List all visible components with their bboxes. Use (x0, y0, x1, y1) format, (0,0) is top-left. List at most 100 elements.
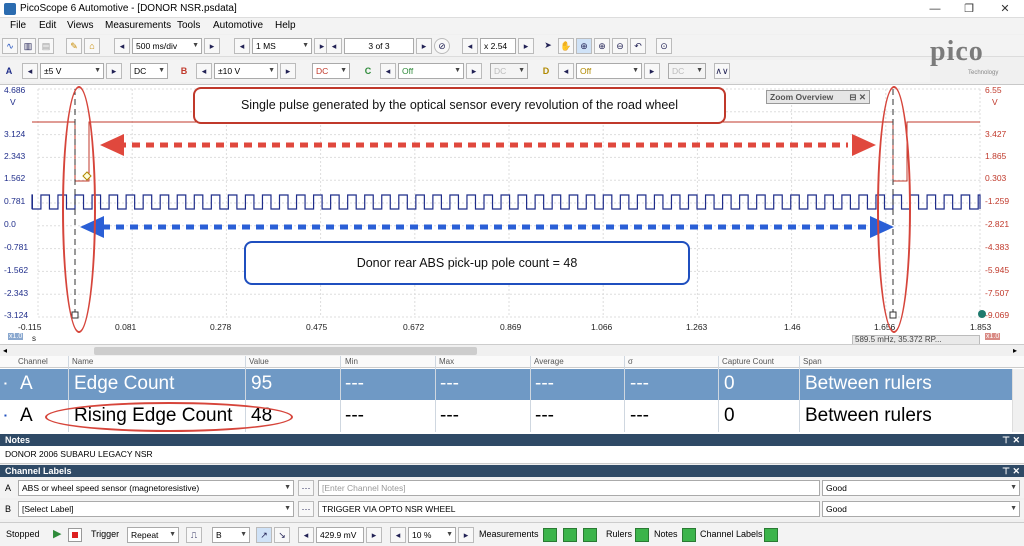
compass-icon[interactable]: ⊘ (434, 38, 450, 54)
channel-c-range-select[interactable]: Off ▼ (398, 63, 464, 79)
channel-quality-select[interactable]: Good ▼ (822, 501, 1020, 517)
channel-a-range-down[interactable]: ◂ (22, 63, 38, 79)
zoom-to-fit-icon[interactable]: ⊙ (656, 38, 672, 54)
col-span[interactable]: Span (803, 357, 822, 366)
channel-quality-select[interactable]: Good ▼ (822, 480, 1020, 496)
channel-c-range-down[interactable]: ◂ (380, 63, 396, 79)
rising-edge-icon[interactable]: ↗ (256, 527, 272, 543)
channel-d-range-up[interactable]: ▸ (644, 63, 660, 79)
zoom-box-icon[interactable]: ⊕ (576, 38, 592, 54)
scope-graph[interactable] (0, 85, 1024, 345)
channel-d-range-select[interactable]: Off ▼ (576, 63, 642, 79)
scroll-right-icon[interactable]: ▸ (1013, 346, 1017, 355)
channel-c-coupling-select[interactable]: DC ▼ (490, 63, 528, 79)
edit-measurement-button[interactable] (563, 528, 577, 542)
ruler-dot-icon[interactable] (978, 310, 986, 318)
stop-button[interactable] (68, 528, 82, 542)
col-capture-count[interactable]: Capture Count (722, 357, 774, 366)
delete-measurement-button[interactable] (583, 528, 597, 542)
notes-button[interactable] (682, 528, 696, 542)
channel-c-range-up[interactable]: ▸ (466, 63, 482, 79)
menu-measurements[interactable]: Measurements (105, 20, 171, 31)
timebase-up-button[interactable]: ▸ (204, 38, 220, 54)
more-options-button[interactable]: ⋯ (298, 501, 314, 517)
menu-tools[interactable]: Tools (177, 20, 200, 31)
samples-select[interactable]: 1 MS ▼ (252, 38, 312, 54)
channel-a-range-up[interactable]: ▸ (106, 63, 122, 79)
zoom-overview-panel[interactable]: Zoom Overview ⊟ ✕ (766, 90, 870, 104)
panel-pin-close-icon[interactable]: ⊤ ✕ (1002, 434, 1020, 446)
pretrigger-down-button[interactable]: ◂ (390, 527, 406, 543)
add-measurement-button[interactable] (543, 528, 557, 542)
pretrigger-up-button[interactable]: ▸ (458, 527, 474, 543)
threshold-down-button[interactable]: ◂ (298, 527, 314, 543)
pretrigger-select[interactable]: 10 % ▼ (408, 527, 456, 543)
timebase-select[interactable]: 500 ms/div ▼ (132, 38, 202, 54)
more-options-button[interactable]: ⋯ (298, 480, 314, 496)
buffer-prev-button[interactable]: ◂ (326, 38, 342, 54)
col-channel[interactable]: Channel (18, 357, 48, 366)
hand-icon[interactable]: ✋ (558, 38, 574, 54)
channel-label-select[interactable]: ABS or wheel speed sensor (magnetoresist… (18, 480, 294, 496)
zoom-factor[interactable]: x 2.54 (480, 38, 516, 54)
channel-b-coupling-select[interactable]: DC ▼ (312, 63, 350, 79)
rulers-button[interactable] (635, 528, 649, 542)
advanced-trigger-icon[interactable]: ⎍ (186, 527, 202, 543)
samples-down-button[interactable]: ◂ (234, 38, 250, 54)
col-name[interactable]: Name (72, 357, 93, 366)
pointer-icon[interactable]: ➤ (540, 38, 556, 54)
channel-b-range-up[interactable]: ▸ (280, 63, 296, 79)
col-value[interactable]: Value (249, 357, 269, 366)
zoom-up-button[interactable]: ▸ (518, 38, 534, 54)
timebase-down-button[interactable]: ◂ (114, 38, 130, 54)
menu-file[interactable]: File (10, 20, 26, 31)
channel-a-range-select[interactable]: ±5 V ▼ (40, 63, 104, 79)
trigger-mode-select[interactable]: Repeat ▼ (127, 527, 179, 543)
close-icon[interactable]: ⊟ ✕ (849, 91, 866, 103)
table-row[interactable]: ▪ A Edge Count 95 --- --- --- --- 0 Betw… (0, 369, 1012, 400)
channel-d-range-down[interactable]: ◂ (558, 63, 574, 79)
zoom-down-button[interactable]: ◂ (462, 38, 478, 54)
home-icon[interactable]: ⌂ (84, 38, 100, 54)
spectrum-mode-icon[interactable]: ▥ (20, 38, 36, 54)
col-max[interactable]: Max (439, 357, 454, 366)
horizontal-scrollbar[interactable]: ◂ ▸ (0, 344, 1024, 356)
channel-b-range-down[interactable]: ◂ (196, 63, 212, 79)
menu-views[interactable]: Views (67, 20, 94, 31)
menu-help[interactable]: Help (275, 20, 296, 31)
undo-zoom-icon[interactable]: ↶ (630, 38, 646, 54)
minimize-button[interactable]: — (918, 0, 952, 18)
channel-d-coupling-select[interactable]: DC ▼ (668, 63, 706, 79)
maximize-button[interactable]: ❐ (952, 0, 986, 18)
falling-edge-icon[interactable]: ↘ (274, 527, 290, 543)
buffer-navigator[interactable]: 3 of 3 (344, 38, 414, 54)
notes-text[interactable]: DONOR 2006 SUBARU LEGACY NSR (0, 446, 1024, 464)
col-average[interactable]: Average (534, 357, 564, 366)
channel-labels-button[interactable] (764, 528, 778, 542)
col-min[interactable]: Min (345, 357, 358, 366)
probe-icon[interactable]: ✎ (66, 38, 82, 54)
col-sigma[interactable]: σ (628, 357, 633, 366)
buffer-next-button[interactable]: ▸ (416, 38, 432, 54)
menu-automotive[interactable]: Automotive (213, 20, 263, 31)
channel-label-select[interactable]: [Select Label] ▼ (18, 501, 294, 517)
close-button[interactable]: ✕ (988, 0, 1022, 18)
channel-b-range-select[interactable]: ±10 V ▼ (214, 63, 278, 79)
scrollbar-thumb[interactable] (94, 347, 477, 355)
start-icon[interactable]: ▶ (53, 527, 61, 540)
trigger-channel-select[interactable]: B ▼ (212, 527, 250, 543)
menu-edit[interactable]: Edit (39, 20, 56, 31)
panel-pin-close-icon[interactable]: ⊤ ✕ (1002, 465, 1020, 477)
trigger-threshold[interactable]: 429.9 mV (316, 527, 364, 543)
scope-mode-icon[interactable]: ∿ (2, 38, 18, 54)
persistence-mode-icon[interactable]: ▤ (38, 38, 54, 54)
channel-a-coupling-select[interactable]: DC ▼ (130, 63, 168, 79)
channel-notes-input[interactable]: TRIGGER VIA OPTO NSR WHEEL (318, 501, 820, 517)
zoom-in-icon[interactable]: ⊕ (594, 38, 610, 54)
threshold-up-button[interactable]: ▸ (366, 527, 382, 543)
math-channels-icon[interactable]: ∧∨ (714, 63, 730, 79)
channel-notes-input[interactable]: [Enter Channel Notes] (318, 480, 820, 496)
scroll-left-icon[interactable]: ◂ (3, 346, 7, 355)
table-scrollbar[interactable] (1012, 369, 1024, 432)
zoom-out-icon[interactable]: ⊖ (612, 38, 628, 54)
